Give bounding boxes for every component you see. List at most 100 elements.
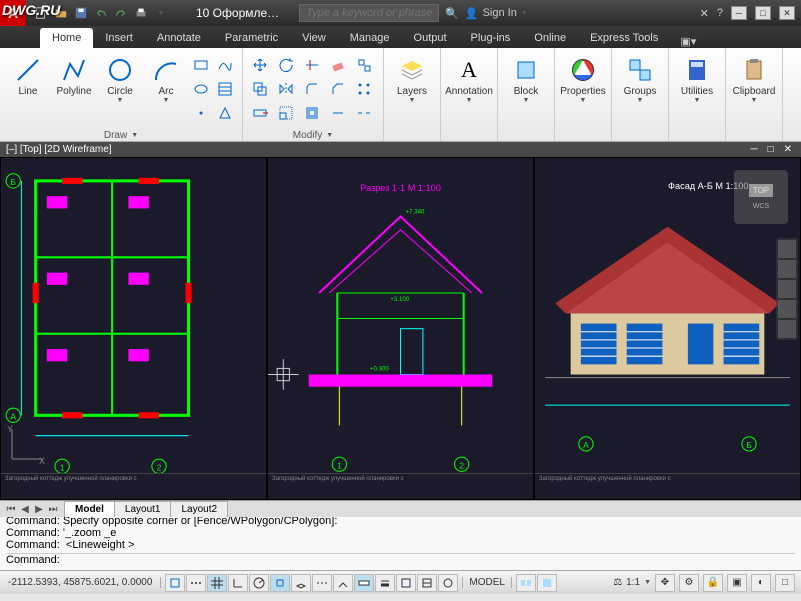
- qat-dropdown-icon[interactable]: ▼: [152, 4, 170, 22]
- zoom-icon[interactable]: [778, 280, 796, 298]
- panel-draw-title[interactable]: Draw ▼: [4, 128, 238, 143]
- otrack-icon[interactable]: [312, 574, 332, 592]
- showmotion-icon[interactable]: [778, 320, 796, 338]
- print-icon[interactable]: [132, 4, 150, 22]
- tpy-icon[interactable]: [396, 574, 416, 592]
- osnap-icon[interactable]: [270, 574, 290, 592]
- annoscale-icon[interactable]: ⚖: [613, 577, 622, 588]
- arc-button[interactable]: Arc▼: [144, 54, 188, 106]
- polar-icon[interactable]: [249, 574, 269, 592]
- viewcube[interactable]: TOP WCS: [734, 170, 788, 224]
- annoscale-value[interactable]: 1:1: [626, 577, 640, 588]
- command-input[interactable]: [60, 554, 795, 566]
- tab-express[interactable]: Express Tools: [578, 28, 670, 48]
- rotate-icon[interactable]: [275, 54, 297, 76]
- line-button[interactable]: Line: [6, 54, 50, 99]
- array-icon[interactable]: [353, 78, 375, 100]
- close-button[interactable]: ✕: [779, 6, 795, 20]
- offset-icon[interactable]: [301, 102, 323, 124]
- circle-button[interactable]: Circle▼: [98, 54, 142, 106]
- workspace-icon[interactable]: ⚙: [679, 574, 699, 592]
- explode-icon[interactable]: [353, 54, 375, 76]
- dyn-icon[interactable]: [354, 574, 374, 592]
- redo-icon[interactable]: [112, 4, 130, 22]
- panel-modify-title[interactable]: Modify ▼: [247, 128, 379, 143]
- tab-first-icon[interactable]: ⏮: [4, 504, 18, 515]
- quickview-layouts-icon[interactable]: [516, 574, 536, 592]
- fillet-icon[interactable]: [301, 78, 323, 100]
- tab-online[interactable]: Online: [522, 28, 578, 48]
- tab-insert[interactable]: Insert: [93, 28, 145, 48]
- break-icon[interactable]: [353, 102, 375, 124]
- utilities-button[interactable]: Utilities▼: [675, 54, 719, 106]
- region-icon[interactable]: [214, 102, 236, 124]
- snap-icon[interactable]: [186, 574, 206, 592]
- maximize-button[interactable]: □: [755, 6, 771, 20]
- signin-button[interactable]: 👤 Sign In ▼: [465, 7, 528, 20]
- toolbar-lock-icon[interactable]: 🔒: [703, 574, 723, 592]
- quickview-drawings-icon[interactable]: [537, 574, 557, 592]
- lwt-icon[interactable]: [375, 574, 395, 592]
- tab-manage[interactable]: Manage: [338, 28, 402, 48]
- tab-output[interactable]: Output: [402, 28, 459, 48]
- 3dosnap-icon[interactable]: [291, 574, 311, 592]
- tab-next-icon[interactable]: ▶: [32, 504, 46, 515]
- move-icon[interactable]: [249, 54, 271, 76]
- trim-icon[interactable]: [301, 54, 323, 76]
- tab-view[interactable]: View: [290, 28, 338, 48]
- copy-icon[interactable]: [249, 78, 271, 100]
- hatch-icon[interactable]: [214, 78, 236, 100]
- viewport-section[interactable]: Разрез 1-1 M 1:100 1 2: [267, 157, 534, 500]
- properties-button[interactable]: Properties▼: [561, 54, 605, 106]
- orbit-icon[interactable]: [778, 300, 796, 318]
- model-space-button[interactable]: MODEL: [462, 577, 512, 588]
- groups-button[interactable]: Groups▼: [618, 54, 662, 106]
- annovisibility-icon[interactable]: ✥: [655, 574, 675, 592]
- viewport-plan[interactable]: Б А 1 2 YX Загородный коттедж улучшенной…: [0, 157, 267, 500]
- undo-icon[interactable]: [92, 4, 110, 22]
- ortho-icon[interactable]: [228, 574, 248, 592]
- save-icon[interactable]: [72, 4, 90, 22]
- ribbon-options-icon[interactable]: ▣▾: [680, 35, 696, 48]
- mirror-icon[interactable]: [275, 78, 297, 100]
- point-icon[interactable]: [190, 102, 212, 124]
- exchange-icon[interactable]: ✕: [700, 7, 709, 20]
- coordinates[interactable]: -2112.5393, 45875.6021, 0.0000: [0, 577, 161, 588]
- hardware-accel-icon[interactable]: ▣: [727, 574, 747, 592]
- grid-icon[interactable]: [207, 574, 227, 592]
- layout-tab-1[interactable]: Layout1: [114, 501, 172, 517]
- sc-icon[interactable]: [438, 574, 458, 592]
- ellipse-icon[interactable]: [190, 78, 212, 100]
- layout-tab-2[interactable]: Layout2: [170, 501, 228, 517]
- qp-icon[interactable]: [417, 574, 437, 592]
- ducs-icon[interactable]: [333, 574, 353, 592]
- annotation-button[interactable]: AAnnotation▼: [447, 54, 491, 106]
- viewport-facade[interactable]: Фасад А-Б М 1:100 А: [534, 157, 801, 500]
- clipboard-button[interactable]: Clipboard▼: [732, 54, 776, 106]
- search-input[interactable]: [299, 4, 439, 22]
- stretch-icon[interactable]: [249, 102, 271, 124]
- tab-last-icon[interactable]: ⏭: [46, 504, 60, 515]
- tab-annotate[interactable]: Annotate: [145, 28, 213, 48]
- rectangle-icon[interactable]: [190, 54, 212, 76]
- tab-plugins[interactable]: Plug-ins: [459, 28, 523, 48]
- infer-constraints-icon[interactable]: [165, 574, 185, 592]
- layout-tab-model[interactable]: Model: [64, 501, 115, 517]
- layers-button[interactable]: Layers▼: [390, 54, 434, 106]
- search-icon[interactable]: 🔍: [445, 7, 459, 20]
- isolate-icon[interactable]: ◐: [751, 574, 771, 592]
- chamfer-icon[interactable]: [327, 78, 349, 100]
- view-maximize-icon[interactable]: □: [765, 144, 777, 155]
- erase-icon[interactable]: [327, 54, 349, 76]
- clean-screen-icon[interactable]: □: [775, 574, 795, 592]
- tab-prev-icon[interactable]: ◀: [18, 504, 32, 515]
- tab-parametric[interactable]: Parametric: [213, 28, 290, 48]
- scale-icon[interactable]: [275, 102, 297, 124]
- pan-icon[interactable]: [778, 260, 796, 278]
- tab-home[interactable]: Home: [40, 28, 93, 48]
- minimize-button[interactable]: ─: [731, 6, 747, 20]
- view-minimize-icon[interactable]: ─: [747, 144, 760, 155]
- canvas[interactable]: Б А 1 2 YX Загородный коттедж улучшенной…: [0, 157, 801, 500]
- polyline-button[interactable]: Polyline: [52, 54, 96, 99]
- spline-icon[interactable]: [214, 54, 236, 76]
